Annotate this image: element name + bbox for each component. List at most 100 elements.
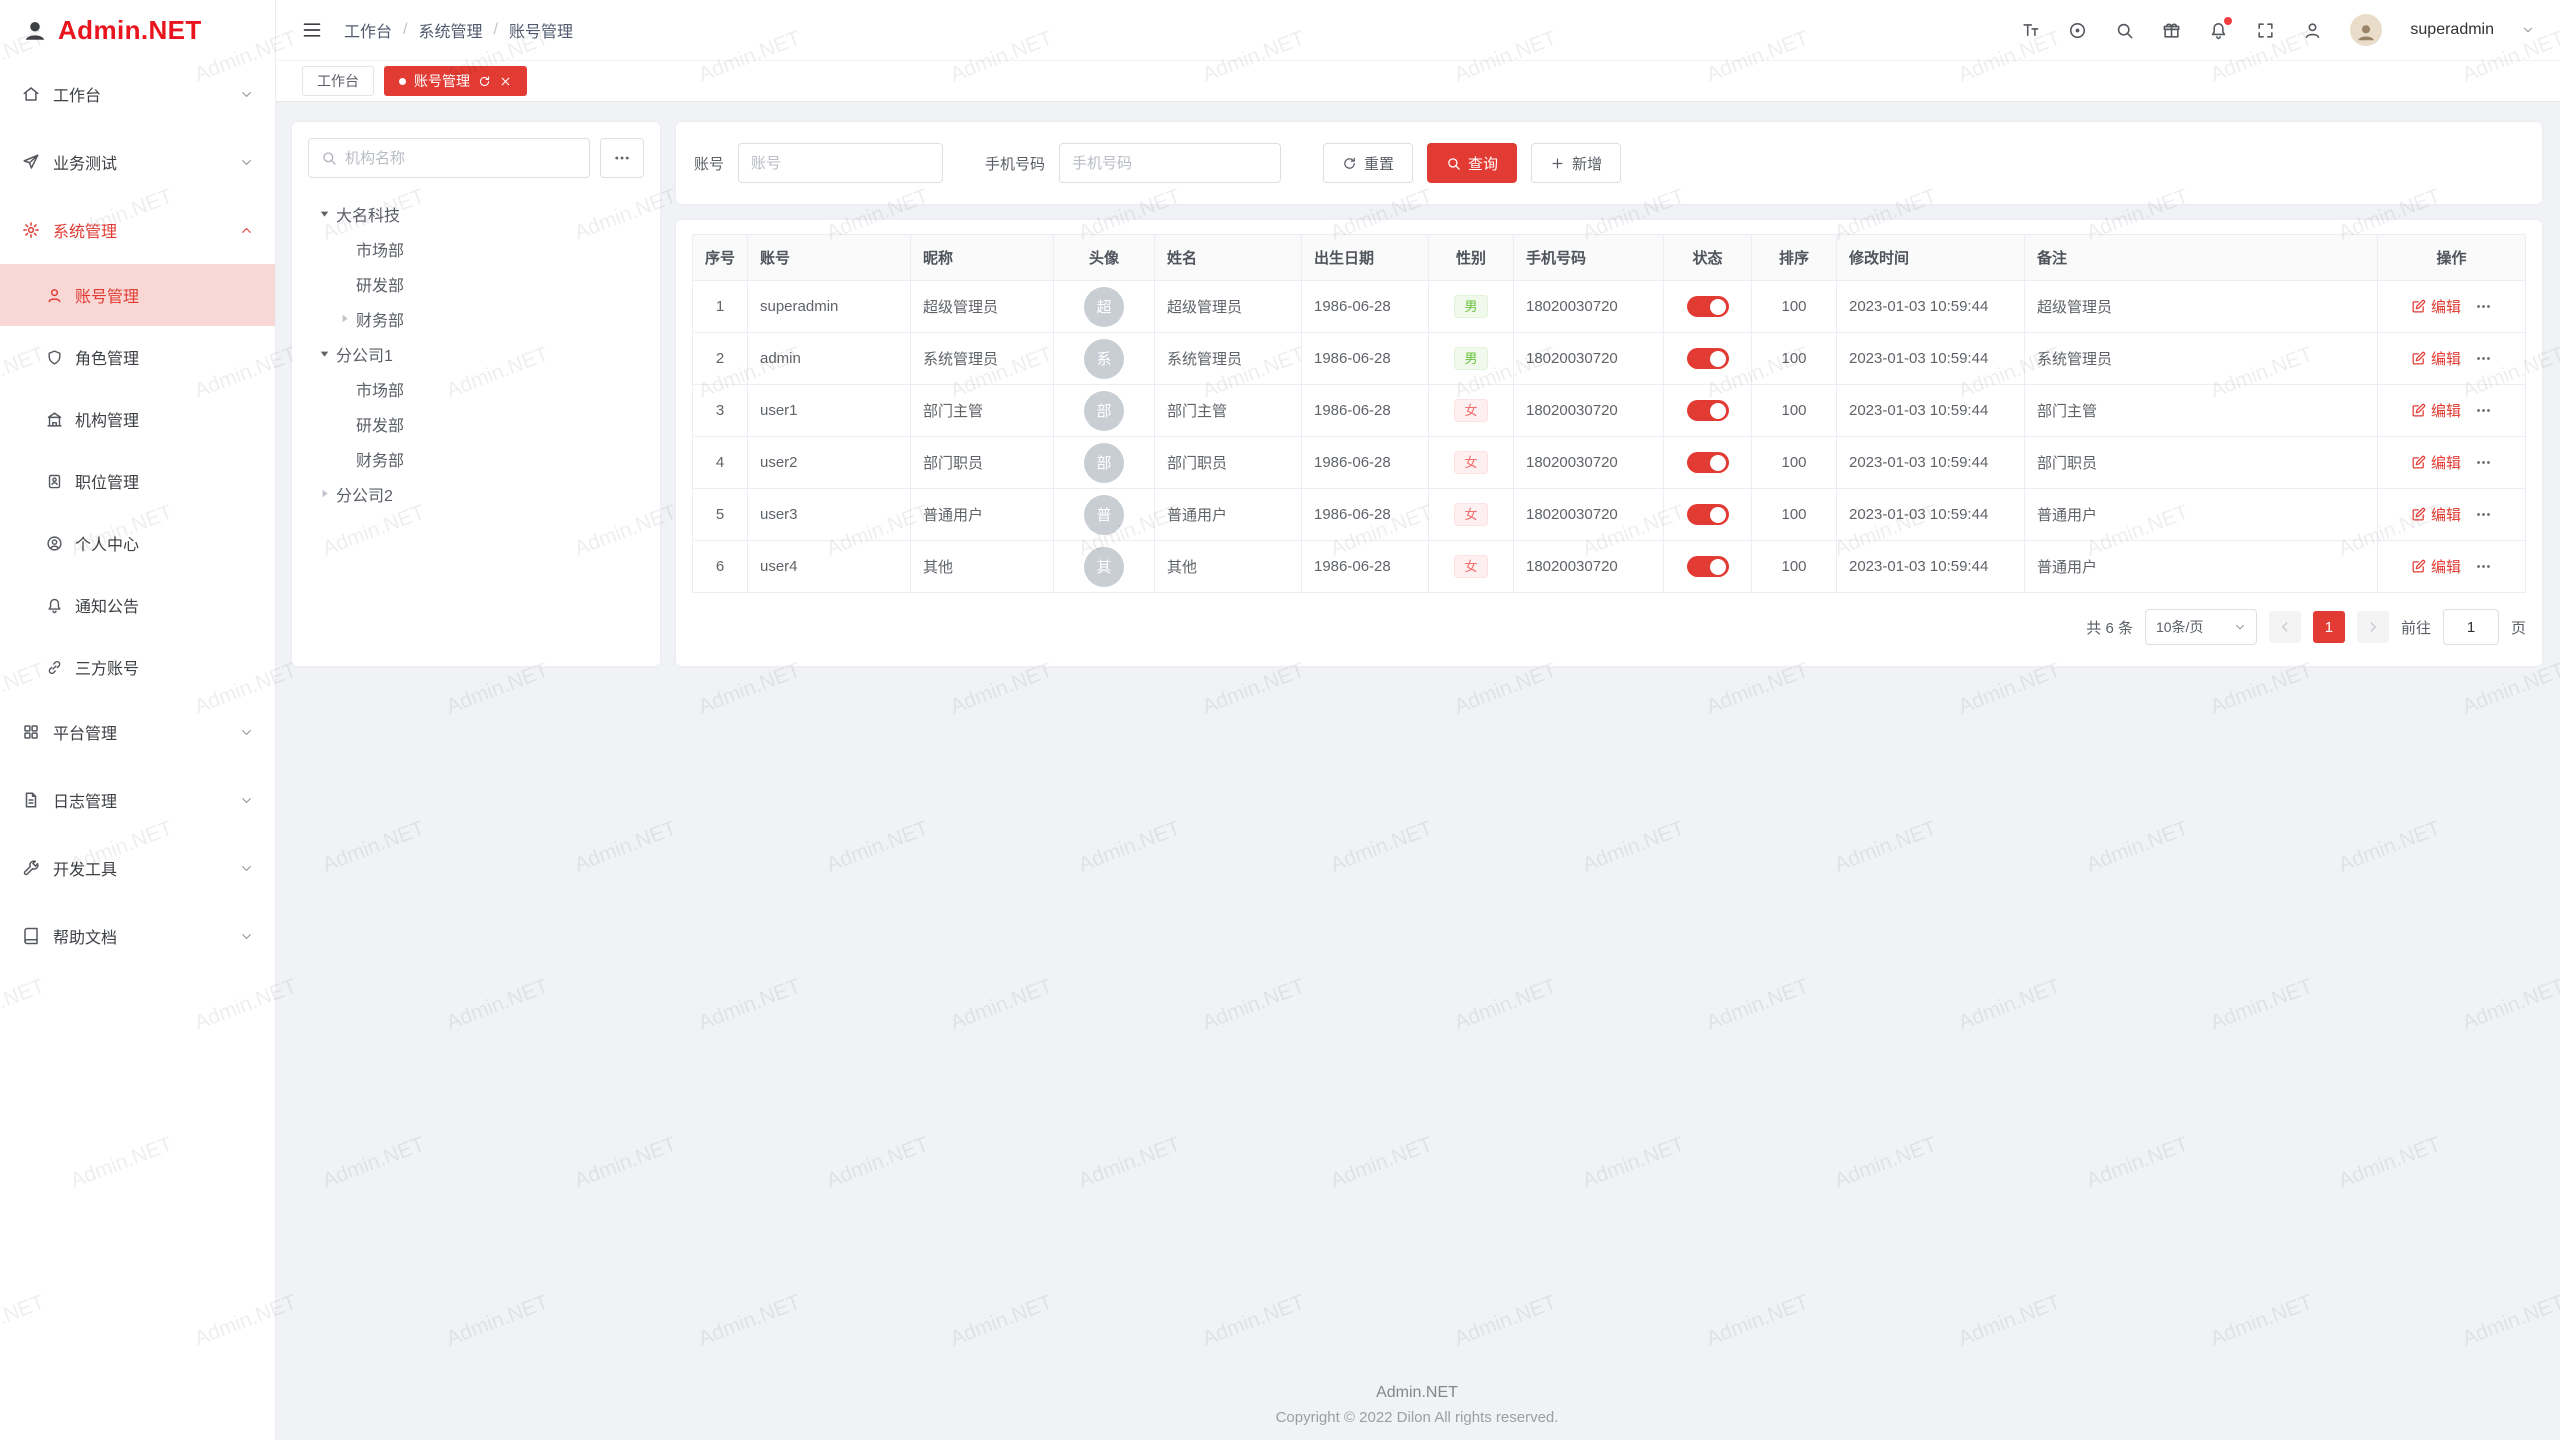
cell-birthday: 1986-06-28	[1302, 281, 1429, 333]
sidebar-item-6[interactable]: 帮助文档	[0, 902, 275, 970]
status-toggle[interactable]	[1687, 504, 1729, 525]
breadcrumb-item[interactable]: 系统管理	[418, 18, 482, 42]
add-label: 新增	[1572, 153, 1602, 174]
query-button[interactable]: 查询	[1427, 143, 1517, 183]
tree-node[interactable]: 市场部	[308, 231, 644, 266]
phone-input[interactable]	[1072, 155, 1268, 172]
user-icon[interactable]	[2303, 21, 2322, 40]
tree-caret-icon[interactable]	[312, 202, 336, 226]
row-more-button[interactable]	[2475, 506, 2492, 523]
edit-icon	[2411, 455, 2426, 470]
edit-button[interactable]: 编辑	[2411, 296, 2461, 317]
tree-node[interactable]: 研发部	[308, 406, 644, 441]
tree-node[interactable]: 分公司2	[308, 476, 644, 511]
status-toggle[interactable]	[1687, 556, 1729, 577]
prev-page-button[interactable]	[2269, 611, 2301, 643]
avatar[interactable]	[2350, 14, 2382, 46]
submenu-item-label: 账号管理	[75, 283, 139, 307]
status-toggle[interactable]	[1687, 400, 1729, 421]
layout-config-icon[interactable]	[2162, 21, 2181, 40]
row-more-button[interactable]	[2475, 558, 2492, 575]
breadcrumb-item[interactable]: 工作台	[344, 18, 392, 42]
refresh-icon	[1342, 156, 1357, 171]
tree-node[interactable]: 财务部	[308, 301, 644, 336]
search-icon[interactable]	[2115, 21, 2134, 40]
app-logo[interactable]: Admin.NET	[0, 0, 275, 60]
row-more-button[interactable]	[2475, 350, 2492, 367]
cell-nickname: 普通用户	[911, 489, 1054, 541]
sidebar-subitem-3[interactable]: 职位管理	[0, 450, 275, 512]
edit-button[interactable]: 编辑	[2411, 400, 2461, 421]
refresh-icon[interactable]	[478, 75, 491, 88]
cell-operation: 编辑	[2378, 489, 2526, 541]
row-more-button[interactable]	[2475, 298, 2492, 315]
sidebar-subitem-0[interactable]: 账号管理	[0, 264, 275, 326]
avatar: 普	[1084, 495, 1124, 535]
tree-caret-icon[interactable]	[312, 482, 336, 506]
close-icon[interactable]	[499, 75, 512, 88]
status-toggle[interactable]	[1687, 452, 1729, 473]
notice-icon	[46, 597, 63, 614]
org-more-button[interactable]	[600, 138, 644, 178]
edit-button[interactable]: 编辑	[2411, 452, 2461, 473]
font-size-icon[interactable]	[2021, 21, 2040, 40]
page-1-button[interactable]: 1	[2313, 611, 2345, 643]
goto-label: 前往	[2401, 617, 2431, 638]
menu-collapse-icon[interactable]	[302, 20, 322, 40]
sidebar-subitem-1[interactable]: 角色管理	[0, 326, 275, 388]
avatar: 部	[1084, 443, 1124, 483]
username[interactable]: superadmin	[2410, 21, 2494, 39]
sidebar-item-3[interactable]: 平台管理	[0, 698, 275, 766]
sidebar-subitem-2[interactable]: 机构管理	[0, 388, 275, 450]
sidebar-item-1[interactable]: 业务测试	[0, 128, 275, 196]
goto-page-input[interactable]	[2443, 609, 2499, 645]
chevron-down-icon[interactable]	[2522, 24, 2534, 36]
tree-node[interactable]: 分公司1	[308, 336, 644, 371]
sidebar-subitem-6[interactable]: 三方账号	[0, 636, 275, 698]
tree-node-label: 财务部	[356, 447, 404, 471]
reset-button[interactable]: 重置	[1323, 143, 1413, 183]
sidebar-item-5[interactable]: 开发工具	[0, 834, 275, 902]
tree-node[interactable]: 大名科技	[308, 196, 644, 231]
submenu-item-label: 机构管理	[75, 407, 139, 431]
breadcrumb-item[interactable]: 账号管理	[509, 18, 573, 42]
next-page-button[interactable]	[2357, 611, 2389, 643]
cell-name: 系统管理员	[1155, 333, 1302, 385]
component-size-icon[interactable]	[2068, 21, 2087, 40]
accounts-table: 序号账号昵称头像姓名出生日期性别手机号码状态排序修改时间备注操作1superad…	[692, 234, 2526, 593]
gear-icon	[22, 221, 40, 239]
sidebar-item-2[interactable]: 系统管理	[0, 196, 275, 264]
org-search-input[interactable]	[345, 150, 577, 167]
edit-button[interactable]: 编辑	[2411, 556, 2461, 577]
sidebar-subitem-5[interactable]: 通知公告	[0, 574, 275, 636]
tree-node[interactable]: 市场部	[308, 371, 644, 406]
edit-label: 编辑	[2431, 556, 2461, 577]
sidebar-item-4[interactable]: 日志管理	[0, 766, 275, 834]
tree-caret-icon[interactable]	[312, 342, 336, 366]
tree-node[interactable]: 研发部	[308, 266, 644, 301]
edit-button[interactable]: 编辑	[2411, 348, 2461, 369]
tree-node[interactable]: 财务部	[308, 441, 644, 476]
row-more-button[interactable]	[2475, 454, 2492, 471]
position-icon	[46, 473, 63, 490]
column-header: 状态	[1664, 235, 1752, 281]
notification-bell[interactable]	[2209, 21, 2228, 40]
sidebar-item-0[interactable]: 工作台	[0, 60, 275, 128]
sidebar-subitem-4[interactable]: 个人中心	[0, 512, 275, 574]
cell-operation: 编辑	[2378, 281, 2526, 333]
tab-0[interactable]: 工作台	[302, 66, 374, 96]
row-more-button[interactable]	[2475, 402, 2492, 419]
edit-button[interactable]: 编辑	[2411, 504, 2461, 525]
cell-birthday: 1986-06-28	[1302, 541, 1429, 593]
status-toggle[interactable]	[1687, 348, 1729, 369]
fullscreen-icon[interactable]	[2256, 21, 2275, 40]
status-toggle[interactable]	[1687, 296, 1729, 317]
page-size-select[interactable]: 10条/页	[2145, 609, 2257, 645]
account-input[interactable]	[751, 155, 930, 172]
cell-status	[1664, 385, 1752, 437]
add-button[interactable]: 新增	[1531, 143, 1621, 183]
cards-row: 大名科技市场部研发部财务部分公司1市场部研发部财务部分公司2 账号 手机号码	[292, 122, 2542, 666]
tree-caret-icon[interactable]	[332, 307, 356, 331]
menu-item-label: 系统管理	[53, 218, 117, 242]
tab-1[interactable]: 账号管理	[384, 66, 527, 96]
